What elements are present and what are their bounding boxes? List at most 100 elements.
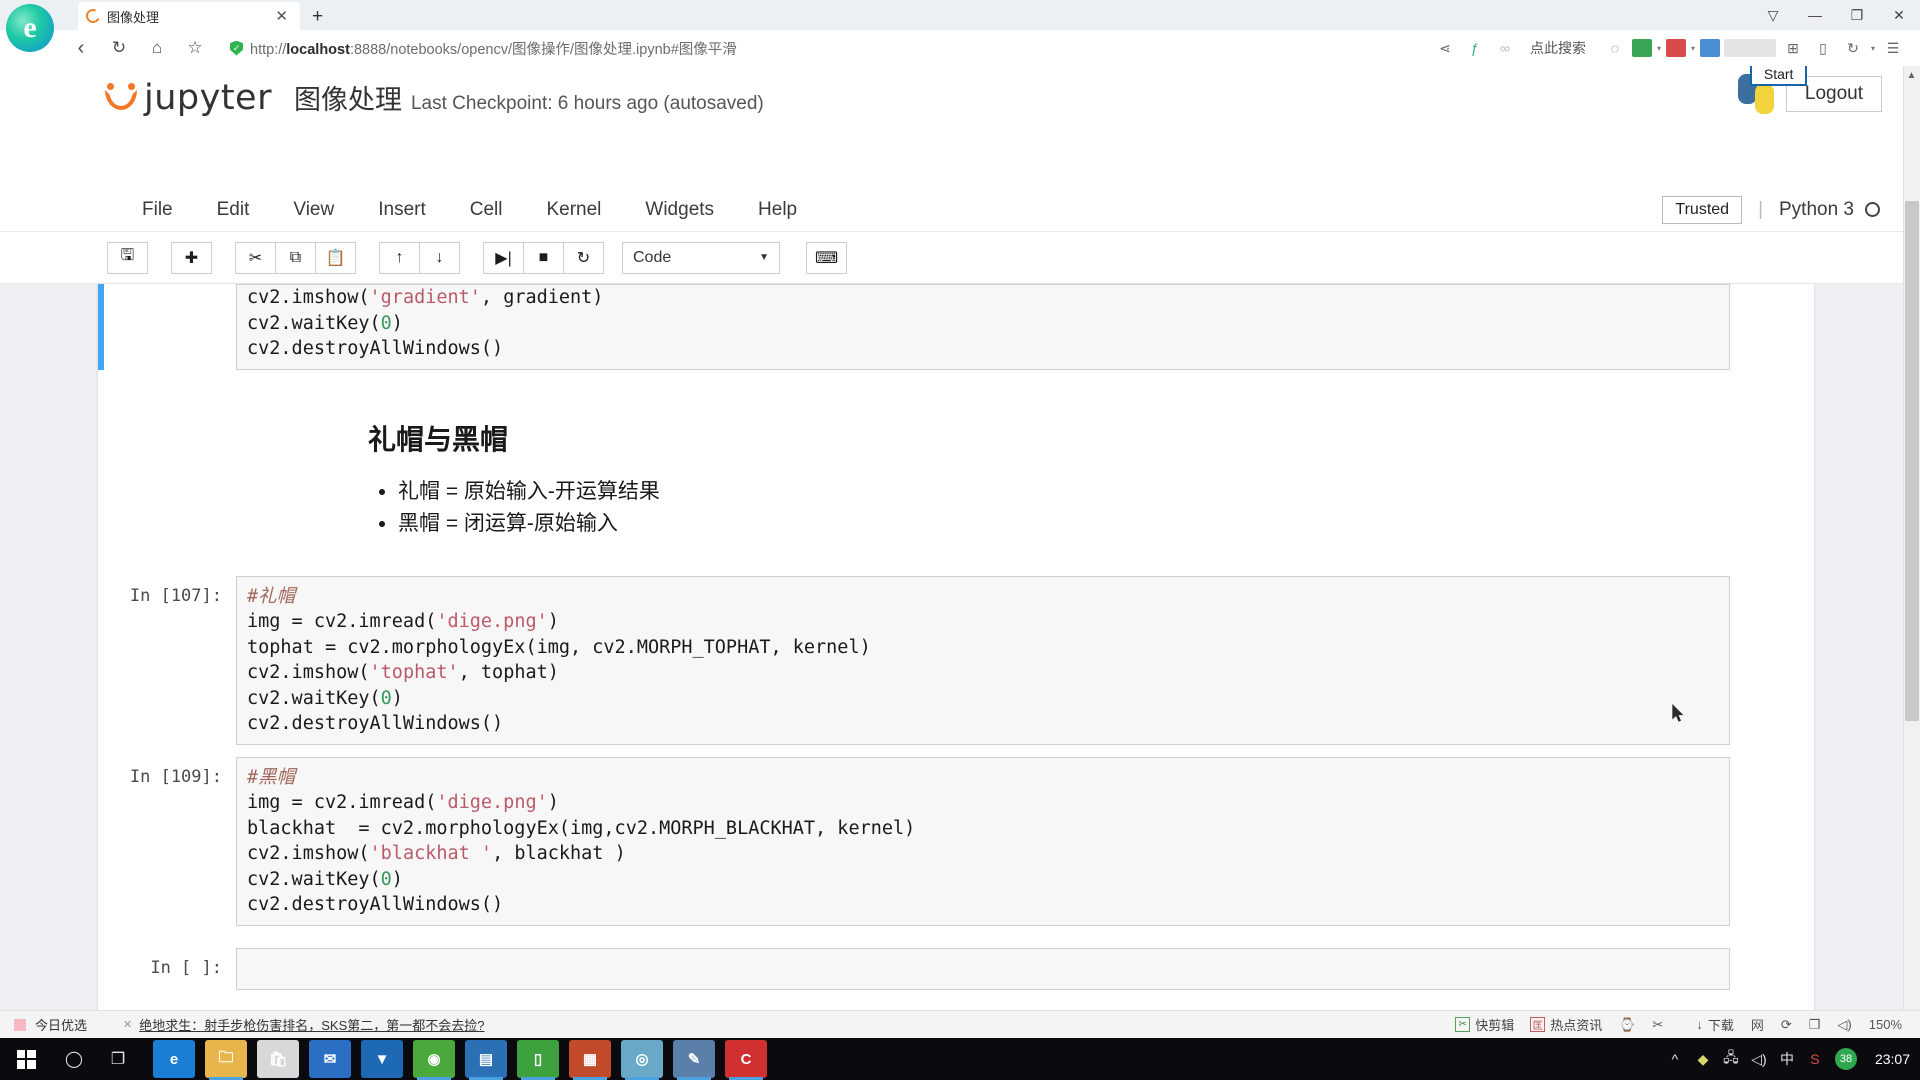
browser-tab[interactable]: 图像处理 ✕ [78, 2, 300, 30]
stop-button[interactable]: ■ [523, 241, 564, 274]
minimize-icon[interactable]: — [1794, 0, 1836, 30]
sync-icon[interactable]: ⟳ [1781, 1017, 1792, 1033]
start-tooltip[interactable]: Start [1749, 66, 1808, 86]
chevron-down-icon[interactable]: ▾ [1657, 44, 1661, 53]
notepad-taskbar-icon[interactable]: ▯ [517, 1040, 559, 1080]
menu-icon[interactable]: ☰ [1878, 33, 1908, 63]
cell-input-area[interactable] [236, 947, 1730, 990]
chevron-down-icon[interactable]: ▾ [1691, 44, 1695, 53]
menu-view[interactable]: View [271, 199, 356, 221]
scrollbar-thumb[interactable] [1905, 201, 1919, 721]
maximize-icon[interactable]: ❐ [1836, 0, 1878, 30]
refresh-icon[interactable]: ↻ [100, 33, 138, 63]
vertical-scrollbar[interactable]: ▲ ▼ [1903, 66, 1920, 1026]
back-icon[interactable]: ‹ [62, 33, 100, 63]
menu-cell[interactable]: Cell [448, 199, 525, 221]
collections-icon[interactable]: ⊞ [1778, 33, 1808, 63]
scroll-up-arrow-icon[interactable]: ▲ [1905, 70, 1918, 81]
foxmail-taskbar-icon[interactable]: ▼ [361, 1040, 403, 1078]
show-hidden-icons-button[interactable]: ^ [1661, 1051, 1689, 1067]
ime-icon[interactable]: 中 [1773, 1049, 1801, 1069]
task-view-icon[interactable]: ❐ [96, 1038, 140, 1080]
search-hint-label[interactable]: 点此搜索 [1530, 38, 1586, 58]
cell-prompt [98, 284, 236, 370]
restart-button[interactable]: ↻ [563, 241, 604, 274]
security-icon[interactable]: ◆ [1689, 1051, 1717, 1068]
jupyter-brand[interactable]: jupyter 图像处理 Last Checkpoint: 6 hours ag… [104, 78, 764, 118]
share-icon[interactable]: ⋖ [1430, 33, 1460, 63]
cut-button[interactable]: ✂ [235, 241, 276, 274]
windows-start-button[interactable] [0, 1049, 52, 1069]
menu-insert[interactable]: Insert [356, 199, 448, 221]
markdown-cell[interactable]: 礼帽与黑帽 礼帽 = 原始输入-开运算结果 黑帽 = 闭运算-原始输入 [98, 418, 1814, 540]
close-icon[interactable]: ✕ [1878, 0, 1920, 30]
volume-icon[interactable]: ◁) [1745, 1051, 1773, 1068]
close-icon[interactable]: ✕ [271, 7, 292, 25]
save-button[interactable]: 🖫 [107, 241, 148, 274]
devices-icon[interactable]: ▯ [1808, 33, 1838, 63]
snip-taskbar-icon[interactable]: ✎ [673, 1040, 715, 1080]
network-icon[interactable]: 🖧 [1717, 1047, 1745, 1071]
clip-tool-button[interactable]: ✂ 快剪辑 [1455, 1015, 1514, 1034]
pycharm-taskbar-icon[interactable]: C [725, 1040, 767, 1080]
sogou-icon[interactable]: S [1801, 1051, 1829, 1067]
cell-input-area[interactable]: cv2.imshow('gradient', gradient) cv2.wait… [236, 284, 1730, 370]
history-icon[interactable]: ↻ [1838, 33, 1868, 63]
tool-extension-icon[interactable] [1699, 39, 1720, 57]
collections-icon[interactable]: ▽ [1752, 0, 1794, 30]
network-icon[interactable]: 网 [1751, 1015, 1764, 1034]
extension-field[interactable] [1723, 39, 1776, 57]
mail-taskbar-icon[interactable]: ✉ [309, 1040, 351, 1078]
window-icon[interactable]: ❐ [1809, 1017, 1821, 1033]
cell-input-area[interactable]: #黑帽 img = cv2.imread('dige.png') blackhat … [236, 756, 1730, 926]
cortana-search-icon[interactable]: ◯ [52, 1038, 96, 1080]
chevron-down-icon[interactable]: ▾ [1871, 44, 1875, 53]
volume-icon[interactable]: ◁) [1837, 1017, 1851, 1033]
flash-icon[interactable]: ƒ [1460, 33, 1490, 63]
office-taskbar-icon[interactable]: ▤ [465, 1040, 507, 1080]
reader-icon[interactable]: ◌ [1600, 33, 1630, 63]
menu-file[interactable]: File [120, 199, 195, 221]
recorder-taskbar-icon[interactable]: ◎ [621, 1040, 663, 1080]
battery-badge[interactable]: 38 [1834, 1048, 1857, 1070]
download-button[interactable]: ↓ 下载 [1679, 1015, 1734, 1034]
clock-icon[interactable]: ⌚ [1619, 1017, 1635, 1033]
code-cell-107[interactable]: In [107]: #礼帽 img = cv2.imread('dige.png'… [98, 575, 1814, 745]
cell-input-area[interactable]: #礼帽 img = cv2.imread('dige.png') tophat = … [236, 575, 1730, 745]
keyboard-shortcuts-button[interactable]: ⌨ [806, 241, 847, 274]
notebook-name[interactable]: 图像处理 [294, 78, 402, 117]
move-down-button[interactable]: ↓ [419, 241, 460, 274]
code-cell-empty[interactable]: In [ ]: [98, 947, 1814, 990]
address-bar[interactable]: http://localhost:8888/notebooks/opencv/图… [230, 38, 737, 59]
code-cell-109[interactable]: In [109]: #黑帽 img = cv2.imread('dige.png'… [98, 756, 1814, 926]
news-headline-link[interactable]: 绝地求生：射手步枪伤害排名，SKS第二，第一都不会去捡? [139, 1015, 484, 1034]
menu-widgets[interactable]: Widgets [623, 199, 736, 221]
copy-button[interactable]: ⧉ [275, 241, 316, 274]
file-explorer-taskbar-icon[interactable]: 🗀 [205, 1040, 247, 1080]
trusted-badge[interactable]: Trusted [1662, 195, 1743, 224]
translate-extension-icon[interactable] [1631, 39, 1652, 57]
home-icon[interactable]: ⌂ [138, 33, 176, 63]
menu-help[interactable]: Help [736, 199, 819, 221]
favorite-icon[interactable]: ☆ [176, 33, 214, 63]
new-tab-button[interactable]: + [300, 4, 335, 30]
archive-taskbar-icon[interactable]: ▦ [569, 1040, 611, 1080]
close-icon[interactable]: ✕ [123, 1018, 132, 1031]
edge-taskbar-icon[interactable]: e [153, 1040, 195, 1078]
taskbar-clock[interactable]: 23:07 [1875, 1038, 1910, 1080]
browser-taskbar-icon[interactable]: ◉ [413, 1040, 455, 1080]
insert-cell-button[interactable]: ✚ [171, 241, 212, 274]
move-up-button[interactable]: ↑ [379, 241, 420, 274]
paste-button[interactable]: 📋 [315, 241, 356, 274]
zoom-level-label[interactable]: 150% [1869, 1017, 1902, 1032]
cell-type-select[interactable]: Code ▼ [622, 241, 780, 274]
capture-extension-icon[interactable] [1665, 39, 1686, 57]
menu-kernel[interactable]: Kernel [524, 199, 623, 221]
hot-news-button[interactable]: 匡 热点资讯 [1530, 1015, 1602, 1034]
run-button[interactable]: ▶| [483, 241, 524, 274]
store-taskbar-icon[interactable]: 🛍 [257, 1040, 299, 1078]
link-icon[interactable]: ∞ [1490, 33, 1520, 63]
menu-edit[interactable]: Edit [195, 199, 272, 221]
cut-icon[interactable]: ✂ [1652, 1017, 1663, 1033]
code-cell-partial[interactable]: cv2.imshow('gradient', gradient) cv2.wait… [98, 284, 1814, 370]
